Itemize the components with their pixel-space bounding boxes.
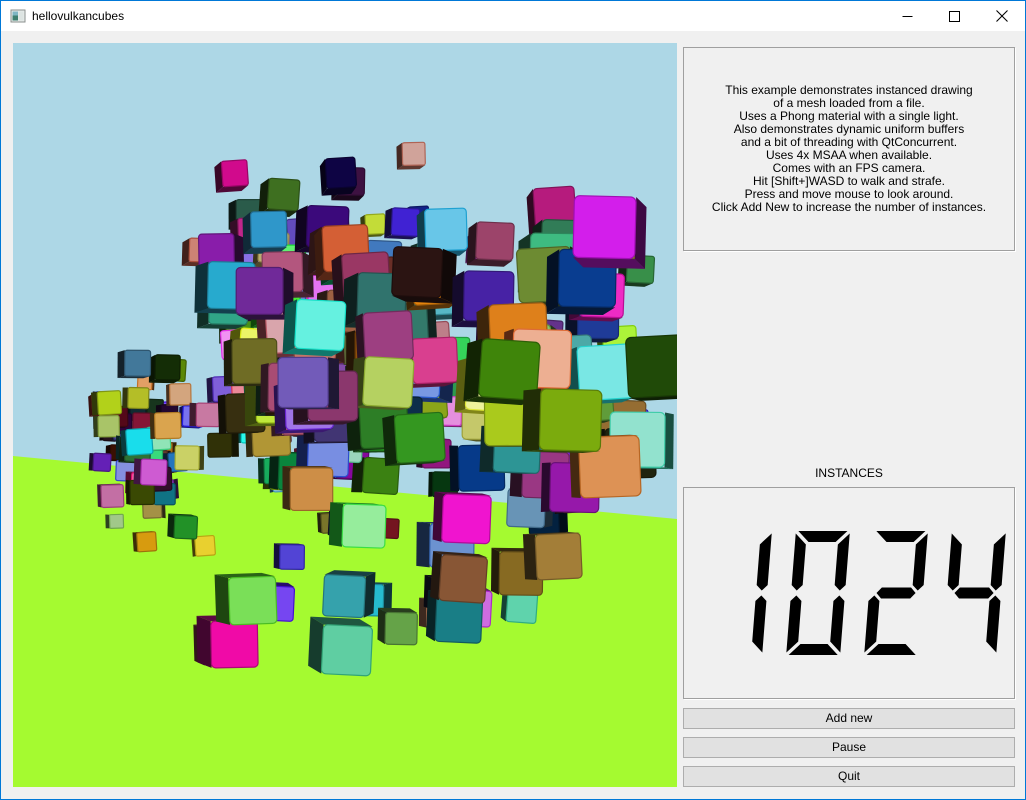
lcd-digits xyxy=(694,526,1006,666)
titlebar[interactable]: hellovulkancubes xyxy=(1,1,1025,31)
app-window: hellovulkancubes This example d xyxy=(0,0,1026,800)
minimize-button[interactable] xyxy=(884,1,931,31)
maximize-icon xyxy=(949,11,960,22)
instances-lcd xyxy=(683,487,1015,699)
maximize-button[interactable] xyxy=(931,1,978,31)
minimize-icon xyxy=(902,11,913,22)
instances-label: INSTANCES xyxy=(683,466,1015,480)
info-text: This example demonstrates instanced draw… xyxy=(712,84,986,214)
client-area: This example demonstrates instanced draw… xyxy=(1,31,1025,799)
vulkan-viewport[interactable] xyxy=(13,43,677,787)
quit-button[interactable]: Quit xyxy=(683,766,1015,787)
add-new-button[interactable]: Add new xyxy=(683,708,1015,729)
app-icon xyxy=(10,8,26,24)
pause-button[interactable]: Pause xyxy=(683,737,1015,758)
window-title: hellovulkancubes xyxy=(32,9,124,23)
cubes-scene xyxy=(13,43,677,787)
control-panel: This example demonstrates instanced draw… xyxy=(683,31,1015,799)
close-icon xyxy=(996,10,1008,22)
close-button[interactable] xyxy=(978,1,1025,31)
info-frame: This example demonstrates instanced draw… xyxy=(683,47,1015,251)
